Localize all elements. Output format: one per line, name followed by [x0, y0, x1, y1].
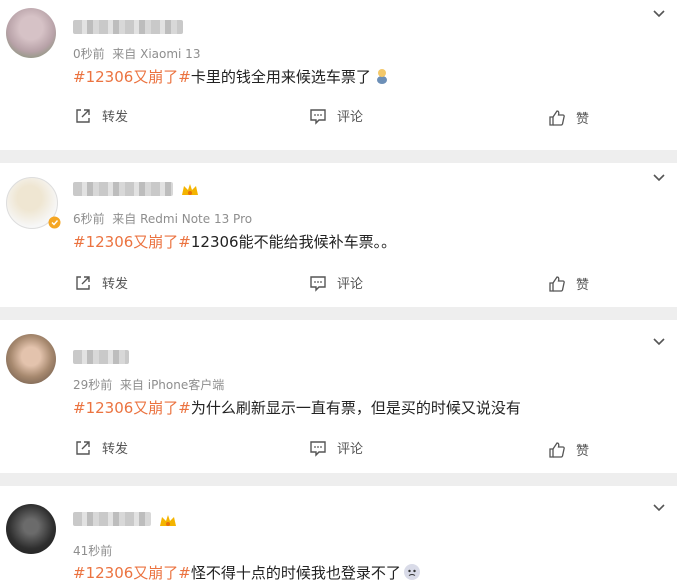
share-icon	[76, 108, 90, 123]
post-time: 6秒前	[73, 212, 105, 226]
thumbs-up-icon	[549, 441, 565, 458]
post-time: 0秒前	[73, 47, 105, 61]
post-content: #12306又崩了#怪不得十点的时候我也登录不了	[73, 562, 421, 583]
repost-button[interactable]: 转发	[74, 106, 128, 125]
post-content: #12306又崩了#12306能不能给我候补车票。。	[73, 231, 396, 252]
membership-crown-icon	[182, 184, 198, 195]
username[interactable]	[73, 20, 183, 34]
post-separator	[0, 307, 677, 320]
comment-icon	[310, 108, 326, 125]
like-label: 赞	[576, 112, 590, 127]
repost-label: 转发	[102, 442, 129, 457]
repost-label: 转发	[102, 110, 129, 125]
post-separator	[0, 150, 677, 163]
topic-link[interactable]: #12306又崩了#	[73, 233, 191, 251]
post-separator	[0, 473, 677, 486]
comment-button[interactable]: 评论	[309, 106, 363, 125]
like-label: 赞	[576, 278, 590, 293]
post-card: 41秒前 #12306又崩了#怪不得十点的时候我也登录不了	[0, 486, 677, 582]
comment-button[interactable]: 评论	[309, 273, 363, 292]
repost-button[interactable]: 转发	[74, 438, 128, 457]
topic-link[interactable]: #12306又崩了#	[73, 68, 191, 86]
emoji-icon	[403, 563, 421, 581]
comment-icon	[310, 275, 326, 292]
thumbs-up-icon	[549, 109, 565, 126]
post-meta: 0秒前 来自 Xiaomi 13	[73, 45, 200, 62]
username[interactable]	[73, 350, 129, 364]
comment-label: 评论	[337, 442, 364, 457]
post-content: #12306又崩了#卡里的钱全用来候选车票了	[73, 66, 391, 87]
post-text: 为什么刷新显示一直有票，但是买的时候又说没有	[190, 399, 521, 417]
membership-crown-icon	[160, 515, 176, 526]
avatar[interactable]	[6, 504, 56, 554]
post-source: 来自 Redmi Note 13 Pro	[112, 212, 253, 226]
post-time: 41秒前	[73, 544, 113, 558]
repost-label: 转发	[102, 277, 129, 292]
topic-link[interactable]: #12306又崩了#	[73, 564, 191, 582]
share-icon	[76, 440, 90, 455]
post-card: 0秒前 来自 Xiaomi 13 #12306又崩了#卡里的钱全用来候选车票了 …	[0, 0, 677, 150]
username[interactable]	[73, 512, 151, 526]
verified-badge-icon	[48, 216, 61, 229]
post-text: 12306能不能给我候补车票。。	[190, 233, 397, 251]
post-card: 6秒前 来自 Redmi Note 13 Pro #12306又崩了#12306…	[0, 163, 677, 307]
repost-button[interactable]: 转发	[74, 273, 128, 292]
chevron-down-icon[interactable]	[651, 334, 667, 350]
chevron-down-icon[interactable]	[651, 500, 667, 516]
comment-label: 评论	[337, 277, 364, 292]
post-meta: 41秒前	[73, 542, 112, 559]
share-icon	[76, 275, 90, 290]
post-meta: 29秒前 来自 iPhone客户端	[73, 376, 224, 393]
comment-icon	[310, 440, 326, 457]
post-meta: 6秒前 来自 Redmi Note 13 Pro	[73, 210, 252, 227]
like-button[interactable]: 赞	[548, 108, 589, 127]
chevron-down-icon[interactable]	[651, 170, 667, 186]
like-button[interactable]: 赞	[548, 274, 589, 293]
topic-link[interactable]: #12306又崩了#	[73, 399, 191, 417]
post-time: 29秒前	[73, 378, 113, 392]
comment-button[interactable]: 评论	[309, 438, 363, 457]
post-text: 卡里的钱全用来候选车票了	[190, 68, 371, 86]
chevron-down-icon[interactable]	[651, 6, 667, 22]
comment-label: 评论	[337, 110, 364, 125]
post-source: 来自 Xiaomi 13	[112, 47, 201, 61]
post-text: 怪不得十点的时候我也登录不了	[190, 564, 401, 582]
like-label: 赞	[576, 444, 590, 459]
like-button[interactable]: 赞	[548, 440, 589, 459]
username[interactable]	[73, 182, 173, 196]
post-source: 来自 iPhone客户端	[119, 378, 225, 392]
post-card: 29秒前 来自 iPhone客户端 #12306又崩了#为什么刷新显示一直有票，…	[0, 320, 677, 473]
thumbs-up-icon	[549, 275, 565, 292]
avatar[interactable]	[6, 8, 56, 58]
emoji-icon	[373, 67, 391, 85]
post-content: #12306又崩了#为什么刷新显示一直有票，但是买的时候又说没有	[73, 397, 521, 418]
avatar[interactable]	[6, 334, 56, 384]
